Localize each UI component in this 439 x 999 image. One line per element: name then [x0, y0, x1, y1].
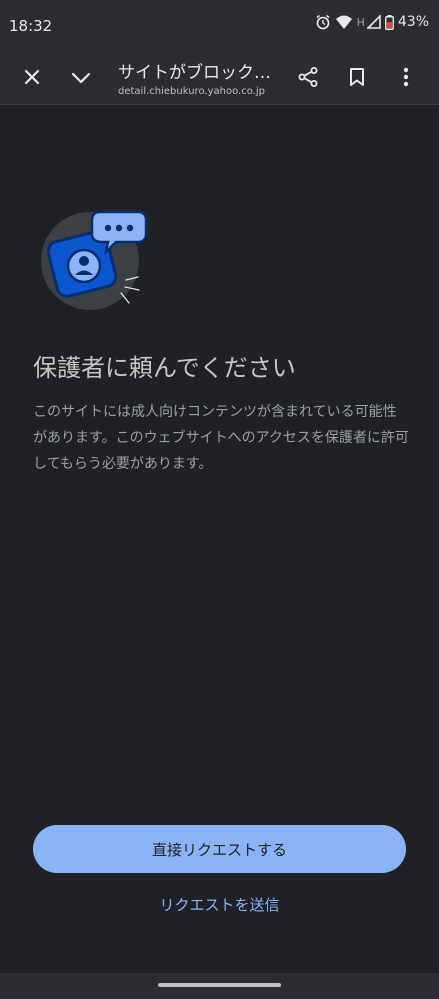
- wifi-icon: [335, 14, 353, 30]
- gesture-nav-bar: [0, 973, 439, 999]
- bookmark-button[interactable]: [337, 59, 377, 99]
- share-icon: [297, 66, 319, 92]
- page-heading: 保護者に頼んでください: [33, 354, 296, 382]
- browser-toolbar: サイトがブロック… detail.chiebukuro.yahoo.co.jp: [0, 54, 439, 105]
- send-request-link[interactable]: リクエストを送信: [33, 894, 406, 915]
- more-vert-icon: [403, 67, 409, 91]
- minimize-button[interactable]: [61, 59, 101, 99]
- bookmark-icon: [349, 67, 365, 91]
- close-icon: [23, 68, 41, 90]
- battery-percent: 43%: [397, 14, 429, 30]
- status-time: 18:32: [9, 17, 53, 35]
- page-url: detail.chiebukuro.yahoo.co.jp: [118, 86, 265, 97]
- close-button[interactable]: [12, 59, 52, 99]
- home-handle[interactable]: [158, 983, 281, 987]
- ask-in-person-button[interactable]: 直接リクエストする: [33, 825, 406, 873]
- more-options-button[interactable]: [386, 59, 426, 99]
- chevron-down-icon: [70, 70, 92, 89]
- page-title: サイトがブロック…: [118, 63, 271, 83]
- alarm-icon: [315, 14, 331, 30]
- status-bar: 18:32 H 43%: [0, 0, 439, 54]
- page-title-area[interactable]: サイトがブロック… detail.chiebukuro.yahoo.co.jp: [118, 58, 288, 97]
- battery-icon: [384, 14, 394, 30]
- signal-icon: [366, 15, 381, 29]
- parental-request-illustration: [40, 208, 152, 314]
- network-type-label: H: [356, 15, 365, 29]
- share-button[interactable]: [288, 59, 328, 99]
- block-description: このサイトには成人向けコンテンツが含まれている可能性があります。このウェブサイト…: [33, 404, 409, 472]
- status-icons: H 43%: [315, 14, 429, 30]
